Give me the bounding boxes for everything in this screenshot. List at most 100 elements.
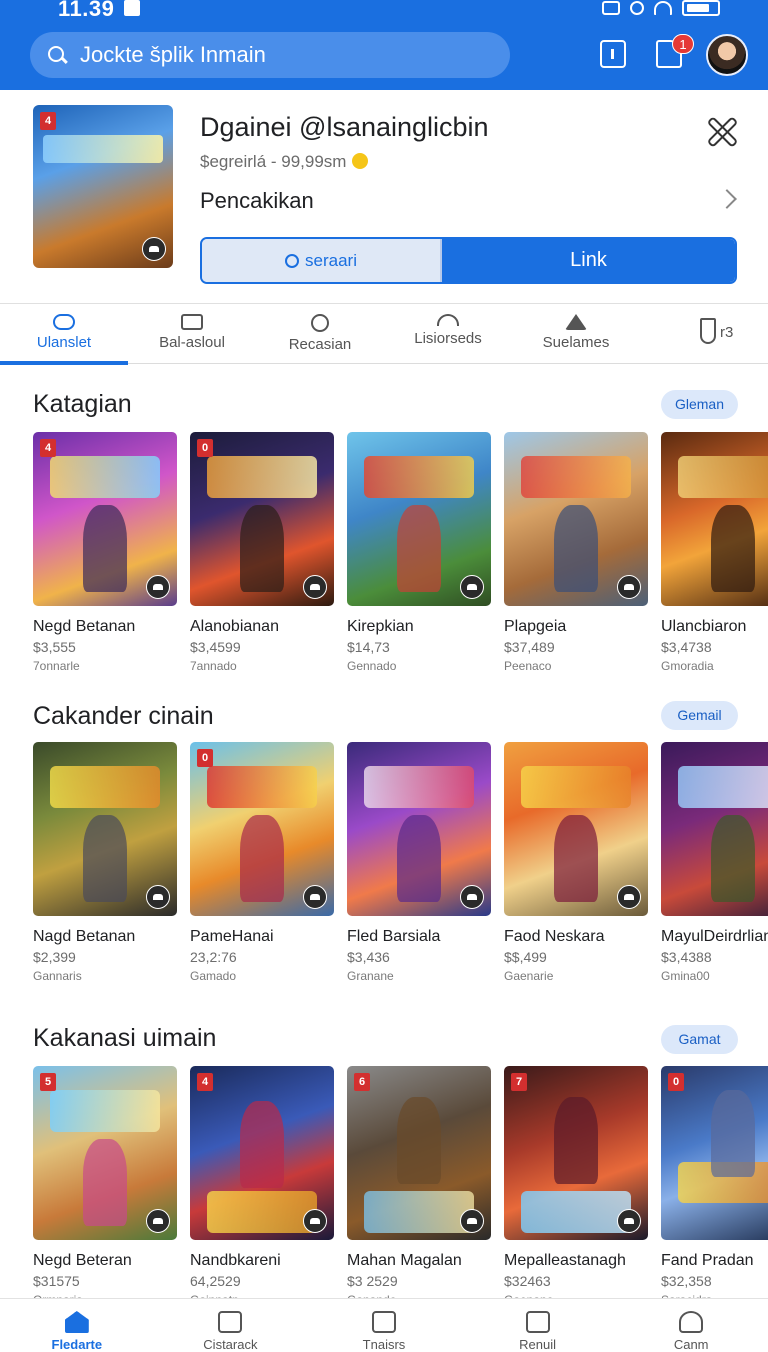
game-price: $3,4738	[661, 639, 712, 655]
game-name: Nagd Betanan	[33, 928, 136, 945]
vibrate-icon	[602, 1, 620, 15]
title-art	[678, 456, 768, 499]
game-card[interactable]: 0 PameHanai 23,2:76 Gamado	[190, 742, 334, 983]
search-icon	[46, 44, 68, 66]
game-name: Plapgeia	[504, 618, 567, 635]
link-button[interactable]: Link	[442, 239, 735, 282]
tab-bal-asloul[interactable]: Bal-asloul	[128, 304, 256, 364]
section-title: Kakanasi uimain	[33, 1024, 217, 1052]
see-more-button[interactable]: Gemail	[661, 701, 738, 730]
game-genre: Granane	[347, 969, 394, 983]
game-card[interactable]: MayulDeirdrlianl $3,4388 Gmina00	[661, 742, 768, 983]
nav-item-library[interactable]: Cistarack	[154, 1299, 308, 1352]
title-art	[678, 766, 768, 809]
title-art	[521, 456, 631, 499]
tab-more[interactable]: r3	[640, 304, 768, 363]
game-thumbnail	[347, 432, 491, 606]
controller-icon	[303, 885, 327, 909]
bookmark-icon	[700, 318, 716, 344]
tab-suelames[interactable]: Suelames	[512, 304, 640, 364]
controller-icon	[617, 885, 641, 909]
game-thumbnail	[33, 742, 177, 916]
alarm-icon	[630, 1, 644, 15]
title-art	[364, 456, 474, 499]
character-art	[397, 505, 441, 593]
see-more-button[interactable]: Gamat	[661, 1025, 738, 1054]
character-art	[397, 1097, 441, 1185]
character-art	[240, 1100, 284, 1188]
avatar[interactable]	[706, 34, 748, 76]
game-name: Kirepkian	[347, 618, 414, 635]
game-card[interactable]: Plapgeia $37,489 Peenaco	[504, 432, 648, 673]
game-card[interactable]: 6 Mahan Magalan $3 2529 Ganando	[347, 1066, 491, 1307]
game-card[interactable]: Fled Barsiala $3,436 Granane	[347, 742, 491, 983]
nav-item-account[interactable]: Canm	[614, 1299, 768, 1352]
controller-icon	[142, 237, 166, 261]
search-bar[interactable]: Jockte šplik Inmain	[30, 32, 510, 78]
game-price: $31575	[33, 1273, 80, 1289]
status-time: 11.39	[58, 0, 115, 21]
star-icon	[565, 314, 587, 330]
featured-thumbnail[interactable]: 4	[33, 105, 173, 268]
game-price: $3,436	[347, 949, 390, 965]
featured-section-link[interactable]: Pencakikan	[200, 188, 314, 214]
game-card[interactable]: 4 Negd Betanan $3,555 7onnarle	[33, 432, 177, 673]
game-card[interactable]: Nagd Betanan $2,399 Gannaris	[33, 742, 177, 983]
category-tabs: Ulanslet Bal-asloul Recasian Lisiorseds …	[0, 304, 768, 365]
game-price: $$,499	[504, 949, 547, 965]
game-genre: Gaenarie	[504, 969, 554, 983]
nav-item-home[interactable]: Fledarte	[0, 1299, 154, 1352]
game-thumbnail	[661, 432, 768, 606]
close-icon[interactable]	[706, 116, 734, 144]
character-art	[83, 505, 127, 593]
featured-logo-art	[43, 135, 163, 163]
game-genre: Gennado	[347, 659, 397, 673]
game-card[interactable]: 7 Mepalleastanagh $32463 Gaenano	[504, 1066, 648, 1307]
title-art	[364, 766, 474, 809]
nav-item-media[interactable]: Tnaisrs	[307, 1299, 461, 1352]
controller-icon	[460, 1209, 484, 1233]
game-card[interactable]: Kirepkian $14,73 Gennado	[347, 432, 491, 673]
character-art	[397, 815, 441, 903]
search-placeholder: Jockte šplik Inmain	[80, 42, 266, 67]
game-genre: 7onnarle	[33, 659, 80, 673]
game-card[interactable]: Ulancbiaron $3,4738 Gmoradia	[661, 432, 768, 673]
character-art	[83, 1139, 127, 1227]
controller-icon	[146, 575, 170, 599]
tab-ulanslet[interactable]: Ulanslet	[0, 304, 128, 365]
game-price: $37,489	[504, 639, 555, 655]
game-card[interactable]: Faod Neskara $$,499 Gaenarie	[504, 742, 648, 983]
game-name: Fled Barsiala	[347, 928, 441, 945]
title-art	[207, 766, 317, 809]
title-art	[207, 1191, 317, 1234]
search-button[interactable]: seraari	[202, 239, 442, 282]
tab-recasian[interactable]: Recasian	[256, 304, 384, 364]
info-icon[interactable]	[600, 40, 626, 68]
nav-item-games[interactable]: Renuil	[461, 1299, 615, 1352]
game-price: 23,2:76	[190, 949, 237, 965]
controller-icon	[303, 575, 327, 599]
nav-label: Fledarte	[51, 1337, 103, 1352]
game-thumbnail: 5	[33, 1066, 177, 1240]
game-name: Negd Beteran	[33, 1252, 132, 1269]
see-more-button[interactable]: Gleman	[661, 390, 738, 419]
sim-icon	[124, 0, 140, 16]
game-card[interactable]: 0 Fand Pradan $32,358 Saracidra	[661, 1066, 768, 1307]
game-card[interactable]: 0 Alanobianan $3,4599 7annado	[190, 432, 334, 673]
person-icon	[679, 1311, 704, 1333]
game-card[interactable]: 4 Nandbkareni 64,2529 Gainnatn	[190, 1066, 334, 1307]
character-art	[554, 815, 598, 903]
tab-label: r3	[720, 324, 734, 341]
character-art	[711, 815, 755, 903]
card-row: 4 Negd Betanan $3,555 7onnarle 0 Alanobi…	[33, 432, 768, 673]
game-thumbnail	[504, 742, 648, 916]
game-thumbnail: 0	[661, 1066, 768, 1240]
game-card[interactable]: 5 Negd Beteran $31575 Ormnaris	[33, 1066, 177, 1307]
search-icon	[285, 253, 300, 268]
tab-lisiorseds[interactable]: Lisiorseds	[384, 304, 512, 364]
featured-subtitle: $egreirlá - 99,99sm	[200, 152, 369, 172]
game-thumbnail: 0	[190, 742, 334, 916]
controller-icon	[460, 575, 484, 599]
app-bar: 11.39 Jockte šplik Inmain 1	[0, 0, 768, 90]
record-icon	[311, 314, 329, 332]
